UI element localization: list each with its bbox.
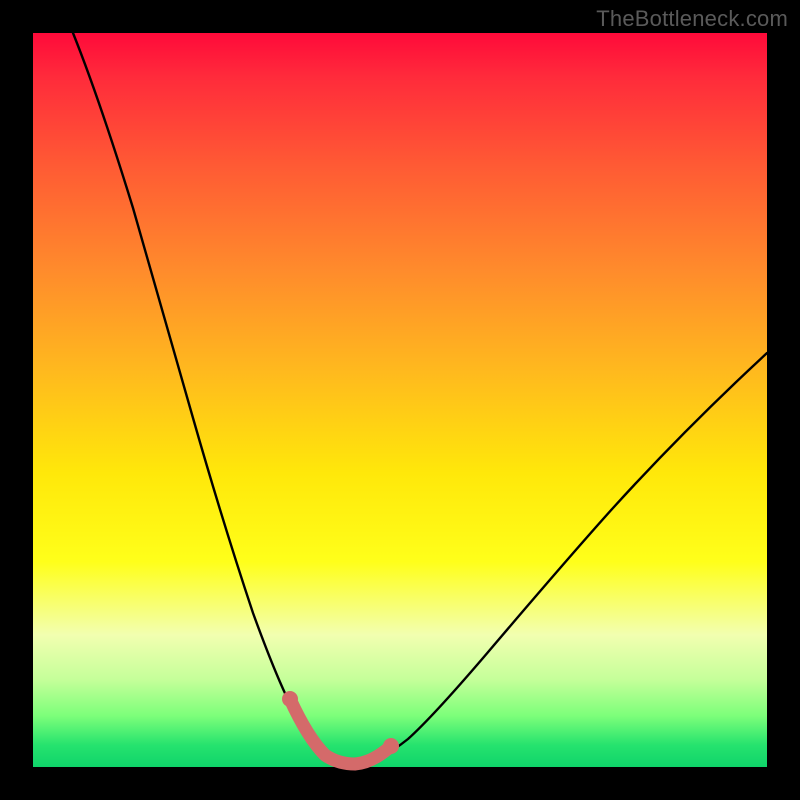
chart-frame: TheBottleneck.com (0, 0, 800, 800)
curve-layer (33, 33, 767, 767)
plot-area (33, 33, 767, 767)
trough-dot-right (383, 738, 399, 754)
bottleneck-curve (73, 33, 767, 764)
watermark-text: TheBottleneck.com (596, 6, 788, 32)
trough-dot-left (282, 691, 298, 707)
trough-highlight-stroke (290, 699, 391, 764)
